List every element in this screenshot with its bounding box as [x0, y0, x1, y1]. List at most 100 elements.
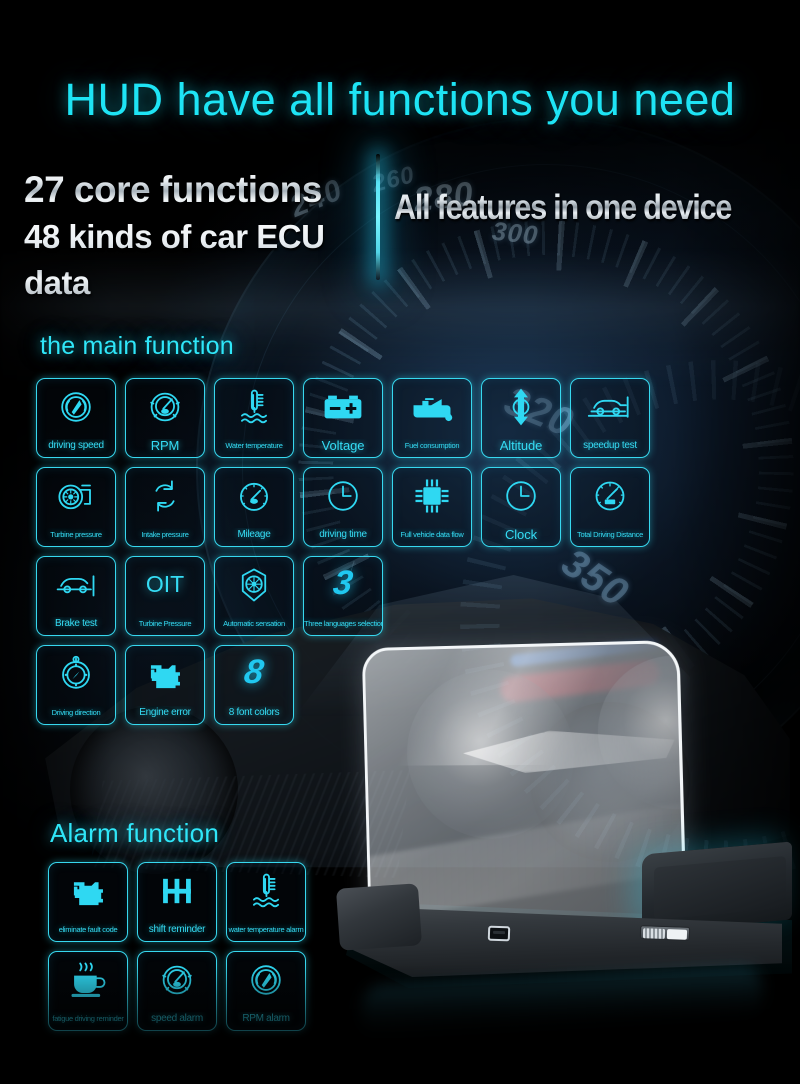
- main-function-grid: driving speed RPM Water temperature Voltage…: [36, 378, 696, 734]
- tile-label: eliminate fault code: [49, 923, 127, 938]
- odometer-icon: [571, 474, 649, 518]
- tile-label: speed alarm: [138, 1012, 216, 1027]
- engine-icon: [49, 869, 127, 913]
- tile-label: Water temperature: [215, 439, 293, 454]
- tile-label: Voltage: [304, 439, 382, 454]
- function-tile[interactable]: eliminate fault code: [48, 862, 128, 942]
- clock-icon: [304, 474, 382, 518]
- speedometer-icon: [227, 958, 305, 1002]
- tile-label: RPM alarm: [227, 1012, 305, 1027]
- function-tile[interactable]: Brake test: [36, 556, 116, 636]
- chip-icon: [393, 474, 471, 518]
- tile-label: fatigue driving reminder: [49, 1012, 127, 1027]
- function-tile[interactable]: Driving direction: [36, 645, 116, 725]
- compass-icon: [37, 652, 115, 696]
- function-tile[interactable]: driving time: [303, 467, 383, 547]
- water-temperature-icon: [215, 385, 293, 429]
- car-brake-icon: [37, 563, 115, 607]
- hud-product-infographic: 240 260 280 300 320 350 HUD have all fun…: [0, 0, 800, 1084]
- function-tile[interactable]: Fuel consumption: [392, 378, 472, 458]
- function-tile[interactable]: speedup test: [570, 378, 650, 458]
- tile-label: Three languages selection: [304, 617, 382, 632]
- tile-label: 8 font colors: [215, 706, 293, 721]
- tile-label: Clock: [482, 528, 560, 543]
- tile-label: Total Driving Distance: [571, 528, 649, 543]
- altitude-arrows-icon: [482, 385, 560, 429]
- tile-label: Engine error: [126, 706, 204, 721]
- water-temperature-icon: [227, 869, 305, 913]
- tile-label: Driving direction: [37, 706, 115, 721]
- tile-label: Mileage: [215, 528, 293, 543]
- clock-icon: [482, 474, 560, 518]
- function-tile[interactable]: Engine error: [125, 645, 205, 725]
- device-hinge: [336, 883, 422, 951]
- function-tile[interactable]: Full vehicle data flow: [392, 467, 472, 547]
- tile-label: Full vehicle data flow: [393, 528, 471, 543]
- tile-text-glyph: OIT: [126, 561, 204, 607]
- function-tile[interactable]: 3 Three languages selection: [303, 556, 383, 636]
- tile-label: water temperature alarm: [227, 923, 305, 938]
- function-tile[interactable]: driving speed: [36, 378, 116, 458]
- device-screen: [654, 856, 786, 920]
- function-tile[interactable]: Automatic sensation: [214, 556, 294, 636]
- tile-label: speedup test: [571, 439, 649, 454]
- function-row: eliminate fault code shift reminder water …: [48, 862, 308, 942]
- coffee-cup-icon: [49, 958, 127, 1002]
- turbocharger-icon: [37, 474, 115, 518]
- auto-sensor-icon: [215, 563, 293, 607]
- function-tile[interactable]: fatigue driving reminder: [48, 951, 128, 1031]
- alarm-function-grid: eliminate fault code shift reminder water …: [48, 862, 308, 1040]
- function-row: driving speed RPM Water temperature Voltage…: [36, 378, 696, 458]
- stat-core-functions: 27 core functions: [24, 166, 370, 214]
- tagline: All features in one device: [394, 188, 746, 228]
- vertical-divider-glow: [376, 154, 380, 280]
- stat-ecu-data: 48 kinds of car ECU data: [24, 214, 370, 306]
- function-tile[interactable]: speed alarm: [137, 951, 217, 1031]
- tile-label: Turbine pressure: [37, 528, 115, 543]
- function-tile[interactable]: water temperature alarm: [226, 862, 306, 942]
- stats-block: 27 core functions 48 kinds of car ECU da…: [24, 166, 370, 306]
- function-tile[interactable]: RPM: [125, 378, 205, 458]
- function-tile[interactable]: RPM alarm: [226, 951, 306, 1031]
- tile-number-glyph: 8: [214, 648, 294, 696]
- car-acceleration-icon: [571, 385, 649, 429]
- function-tile[interactable]: Altitude: [481, 378, 561, 458]
- function-tile[interactable]: Mileage: [214, 467, 294, 547]
- tile-number-glyph: 3: [303, 559, 383, 607]
- tachometer-icon: [138, 958, 216, 1002]
- tile-label: driving time: [304, 528, 382, 543]
- function-tile[interactable]: Intake pressure: [125, 467, 205, 547]
- tile-label: Automatic sensation: [215, 617, 293, 632]
- function-tile[interactable]: Turbine pressure: [36, 467, 116, 547]
- recycle-arrows-icon: [126, 474, 204, 518]
- function-row: Driving direction Engine error 8 8 font col…: [36, 645, 696, 725]
- header-stats-band: 27 core functions 48 kinds of car ECU da…: [0, 160, 800, 280]
- battery-icon: [304, 385, 382, 429]
- function-tile[interactable]: Clock: [481, 467, 561, 547]
- tile-label: Intake pressure: [126, 528, 204, 543]
- function-tile[interactable]: Water temperature: [214, 378, 294, 458]
- tile-label: RPM: [126, 439, 204, 454]
- gauge-icon: [215, 474, 293, 518]
- power-switch: [640, 925, 690, 941]
- function-row: Brake test OIT Turbine Pressure Automatic …: [36, 556, 696, 636]
- usb-port-icon: [488, 926, 511, 942]
- function-row: fatigue driving reminder speed alarm RPM a…: [48, 951, 308, 1031]
- function-tile[interactable]: 8 8 font colors: [214, 645, 294, 725]
- section-title-main-function: the main function: [40, 332, 234, 361]
- page-title: HUD have all functions you need: [0, 74, 800, 126]
- tile-label: Fuel consumption: [393, 439, 471, 454]
- function-tile[interactable]: Total Driving Distance: [570, 467, 650, 547]
- tile-label: Turbine Pressure: [126, 617, 204, 632]
- tile-label: Altitude: [482, 439, 560, 454]
- function-tile[interactable]: Voltage: [303, 378, 383, 458]
- function-tile[interactable]: shift reminder: [137, 862, 217, 942]
- oil-can-icon: [393, 385, 471, 429]
- function-tile[interactable]: OIT Turbine Pressure: [125, 556, 205, 636]
- tile-label: shift reminder: [138, 923, 216, 938]
- speedometer-icon: [37, 385, 115, 429]
- tachometer-icon: [126, 385, 204, 429]
- tile-label: driving speed: [37, 439, 115, 454]
- device-rear-panel: [642, 841, 792, 932]
- tile-label: Brake test: [37, 617, 115, 632]
